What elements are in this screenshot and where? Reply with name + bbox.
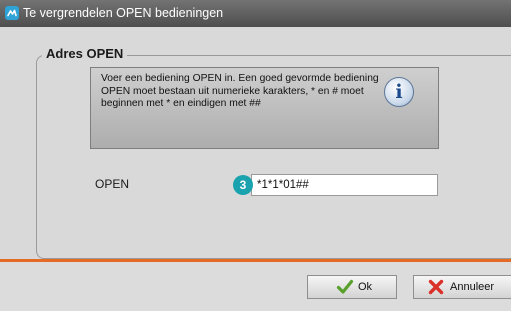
ok-button-label: Ok — [358, 281, 373, 293]
close-icon — [427, 278, 445, 299]
dialog-window: Te vergrendelen OPEN bedieningen Adres O… — [0, 0, 511, 311]
info-text: Voer een bediening OPEN in. Een goed gev… — [101, 73, 379, 109]
step-badge: 3 — [233, 175, 253, 195]
open-field-label: OPEN — [95, 177, 130, 191]
window-title: Te vergrendelen OPEN bedieningen — [23, 6, 224, 20]
cancel-button[interactable]: Annuleer — [413, 275, 511, 299]
group-legend: Adres OPEN — [42, 46, 128, 61]
info-panel: Voer een bediening OPEN in. Een goed gev… — [90, 67, 439, 149]
app-icon — [5, 6, 19, 20]
checkmark-icon — [336, 278, 354, 299]
open-address-input[interactable] — [251, 174, 438, 196]
dialog-content: Adres OPEN Voer een bediening OPEN in. E… — [0, 27, 511, 259]
ok-button[interactable]: Ok — [307, 275, 397, 299]
info-icon: i — [384, 77, 414, 107]
title-bar[interactable]: Te vergrendelen OPEN bedieningen — [0, 0, 511, 27]
cancel-button-label: Annuleer — [450, 281, 495, 293]
